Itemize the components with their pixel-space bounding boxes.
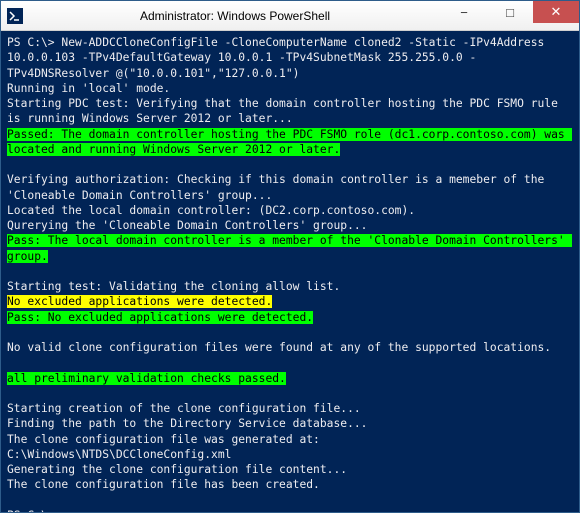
window-title: Administrator: Windows PowerShell <box>29 9 441 23</box>
terminal-line: Starting test: Validating the cloning al… <box>7 279 573 294</box>
terminal-blank-line <box>7 264 573 279</box>
terminal-blank-line <box>7 325 573 340</box>
terminal-line: Generating the clone configuration file … <box>7 462 573 477</box>
terminal-line: Passed: The domain controller hosting th… <box>7 127 573 158</box>
terminal-line: PS C:\> New-ADDCCloneConfigFile -CloneCo… <box>7 35 573 81</box>
window-controls: − □ ✕ <box>441 1 579 30</box>
terminal-line: Qurerying the 'Cloneable Domain Controll… <box>7 218 573 233</box>
terminal-line: Verifying authorization: Checking if thi… <box>7 172 573 203</box>
terminal-line: C:\Windows\NTDS\DCCloneConfig.xml <box>7 447 573 462</box>
powershell-window: Administrator: Windows PowerShell − □ ✕ … <box>0 0 580 513</box>
close-button[interactable]: ✕ <box>533 1 579 23</box>
terminal-line: Starting PDC test: Verifying that the do… <box>7 96 573 127</box>
terminal-blank-line <box>7 493 573 508</box>
terminal-line: PS C:\> <box>7 508 573 512</box>
terminal-line: Pass: No excluded applications were dete… <box>7 310 573 325</box>
powershell-icon <box>7 8 23 24</box>
maximize-icon: □ <box>506 5 514 20</box>
terminal-line: Pass: The local domain controller is a m… <box>7 233 573 264</box>
terminal-line: The clone configuration file has been cr… <box>7 477 573 492</box>
terminal-line: Starting creation of the clone configura… <box>7 401 573 416</box>
pass-highlight: Pass: The local domain controller is a m… <box>7 234 572 262</box>
pass-highlight: all preliminary validation checks passed… <box>7 372 286 385</box>
terminal-line: all preliminary validation checks passed… <box>7 371 573 386</box>
terminal-line: No excluded applications were detected. <box>7 294 573 309</box>
terminal-line: Located the local domain controller: (DC… <box>7 203 573 218</box>
titlebar[interactable]: Administrator: Windows PowerShell − □ ✕ <box>1 1 579 31</box>
close-icon: ✕ <box>551 4 562 20</box>
pass-highlight: Passed: The domain controller hosting th… <box>7 128 572 156</box>
minimize-button[interactable]: − <box>441 1 487 23</box>
terminal-line: Running in 'local' mode. <box>7 81 573 96</box>
terminal-line: No valid clone configuration files were … <box>7 340 573 355</box>
minimize-icon: − <box>460 5 468 20</box>
terminal-line: The clone configuration file was generat… <box>7 432 573 447</box>
terminal-output[interactable]: PS C:\> New-ADDCCloneConfigFile -CloneCo… <box>1 31 579 512</box>
pass-highlight: Pass: No excluded applications were dete… <box>7 311 313 324</box>
maximize-button[interactable]: □ <box>487 1 533 23</box>
terminal-blank-line <box>7 157 573 172</box>
terminal-blank-line <box>7 386 573 401</box>
terminal-line: Finding the path to the Directory Servic… <box>7 416 573 431</box>
terminal-blank-line <box>7 355 573 370</box>
warn-highlight: No excluded applications were detected. <box>7 295 272 308</box>
